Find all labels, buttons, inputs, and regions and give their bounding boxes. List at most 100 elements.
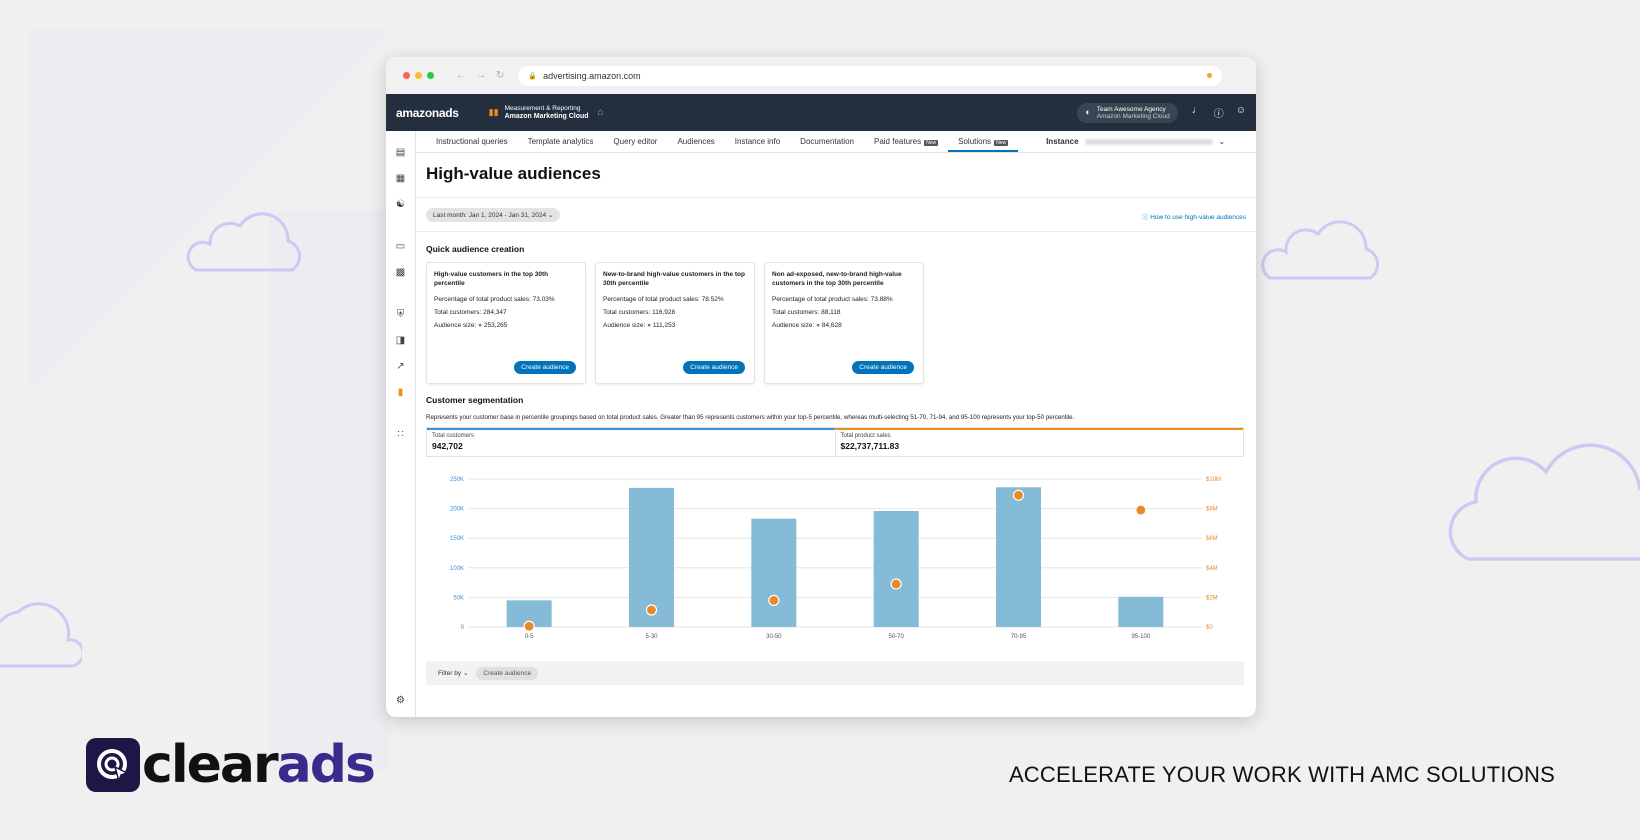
y-left-tick-label: 200K — [450, 507, 464, 513]
x-tick-label: 5-30 — [645, 634, 658, 640]
cloud-icon — [0, 602, 82, 668]
url-text: advertising.amazon.com — [543, 70, 641, 81]
x-tick-label: 70-95 — [1011, 634, 1027, 640]
tab-query-editor[interactable]: Query editor — [603, 137, 667, 152]
card-title: High-value customers in the top 30th per… — [434, 271, 549, 287]
tab-instance-info[interactable]: Instance info — [725, 137, 790, 152]
card-icon[interactable]: ▭ — [396, 233, 405, 259]
chart-bar — [873, 510, 919, 627]
cloud-icon — [186, 212, 302, 272]
gallery-icon[interactable]: ◨ — [396, 327, 405, 353]
x-tick-label: 30-50 — [766, 634, 782, 640]
total-customers: 284,347 — [483, 309, 507, 316]
globe-icon: ◐ — [1085, 107, 1091, 117]
chart-point — [890, 578, 902, 590]
account-product: Amazon Marketing Cloud — [1096, 112, 1170, 120]
y-right-tick-label: $4M — [1206, 566, 1218, 572]
metric-total-customers[interactable]: Total customers 942,702 — [427, 428, 835, 456]
y-left-tick-label: 250K — [450, 477, 464, 483]
tab-audiences[interactable]: Audiences — [667, 137, 724, 152]
audience-size: 253,265 — [483, 322, 508, 329]
audience-size: 84,628 — [821, 322, 842, 329]
trend-icon[interactable]: ↗ — [396, 353, 404, 379]
logo-text-clear: clear — [142, 735, 279, 795]
briefcase-icon[interactable]: ▤ — [396, 139, 405, 165]
close-window-button[interactable] — [403, 72, 410, 79]
tab-bar: Instructional queries Template analytics… — [416, 131, 1256, 153]
create-audience-button[interactable]: Create audience — [514, 361, 576, 374]
amazonads-logo[interactable]: amazonads — [396, 106, 459, 120]
tab-solutions[interactable]: Solutions New — [948, 137, 1019, 152]
summary-metrics: Total customers 942,702 Total product sa… — [426, 427, 1244, 457]
create-audience-chip[interactable]: Create audience — [476, 666, 539, 680]
x-tick-label: 0-5 — [525, 634, 534, 640]
date-range-dropdown[interactable]: Last month: Jan 1, 2024 - Jan 31, 2024 ⌄ — [426, 208, 561, 222]
apps-grid-icon[interactable]: ∷ — [397, 421, 403, 447]
reload-icon[interactable]: ↻ — [496, 70, 504, 81]
card-title: Non ad-exposed, new-to-brand high-value … — [772, 271, 902, 287]
info-icon: ⓘ — [1141, 214, 1149, 221]
tab-documentation[interactable]: Documentation — [790, 137, 864, 152]
account-name: Team Awesome Agency — [1096, 105, 1166, 113]
tab-instructional-queries[interactable]: Instructional queries — [426, 137, 518, 152]
instance-selector[interactable]: Instance ⌄ — [1046, 137, 1225, 152]
address-bar[interactable]: 🔒 advertising.amazon.com — [518, 65, 1223, 86]
instance-label: Instance — [1046, 137, 1079, 146]
minimize-window-button[interactable] — [415, 72, 422, 79]
analytics-icon[interactable]: ▮ — [398, 379, 404, 405]
chart-point — [645, 604, 658, 616]
browser-window: ← → ↻ 🔒 advertising.amazon.com amazonads… — [386, 57, 1256, 717]
background-shape — [270, 210, 390, 770]
user-profile-icon[interactable]: ☺ — [1236, 105, 1246, 120]
logo-text-ads: ads — [276, 735, 376, 795]
chart-bar — [1118, 596, 1164, 627]
y-right-tick-label: $0 — [1206, 625, 1213, 631]
audience-size: 111,253 — [652, 322, 676, 329]
filter-dropdown[interactable]: Filter by ⌄ — [438, 669, 468, 677]
create-audience-button[interactable]: Create audience — [852, 361, 914, 374]
back-arrow-icon[interactable]: ← — [456, 70, 466, 81]
maximize-window-button[interactable] — [427, 72, 434, 79]
sales-percentage: 73.03% — [532, 296, 555, 303]
left-sidebar: ▤ ▦ ☯ ▭ ▩ ⛨ ◨ ↗ ▮ ∷ ⚙ — [386, 131, 416, 717]
sales-percentage: 78.52% — [701, 296, 724, 303]
page-title: High-value audiences — [426, 164, 601, 183]
segmentation-description: Represents your customer base in percent… — [426, 414, 1075, 421]
tab-template-analytics[interactable]: Template analytics — [518, 137, 604, 152]
cloud-icon — [1448, 443, 1640, 561]
grid-icon[interactable]: ▦ — [396, 165, 405, 191]
account-switcher[interactable]: ◐ Team Awesome Agency Amazon Marketing C… — [1077, 102, 1178, 123]
globe-icon: ● — [478, 322, 483, 329]
metric-total-sales[interactable]: Total product sales $22,737,711.83 — [834, 428, 1243, 456]
people-icon[interactable]: ☯ — [396, 191, 405, 217]
home-icon[interactable]: ⌂ — [598, 107, 604, 118]
total-customers: 88,118 — [821, 309, 841, 316]
bell-icon[interactable]: ♩ — [1192, 105, 1202, 120]
product-category: Measurement & Reporting — [504, 104, 581, 112]
help-icon[interactable]: ⓘ — [1214, 105, 1224, 120]
x-tick-label: 95-100 — [1131, 634, 1150, 640]
product-name: Amazon Marketing Cloud — [504, 112, 589, 120]
filter-bar: Filter by ⌄ Create audience — [426, 661, 1244, 685]
instance-value-redacted — [1084, 138, 1213, 145]
create-audience-button[interactable]: Create audience — [683, 361, 745, 374]
total-customers: 116,928 — [652, 309, 676, 316]
help-link[interactable]: ⓘ How to use high-value audiences — [1142, 211, 1246, 221]
sales-percentage: 73.88% — [870, 296, 893, 303]
media-icon[interactable]: ▩ — [396, 259, 405, 285]
recording-indicator — [1207, 73, 1213, 78]
settings-gear-icon[interactable]: ⚙ — [396, 687, 405, 713]
analytics-bars-icon: ▮▮ — [488, 107, 499, 117]
card-title: New-to-brand high-value customers in the… — [603, 271, 745, 287]
product-switcher[interactable]: ▮▮ Measurement & Reporting Amazon Market… — [489, 105, 604, 121]
y-right-tick-label: $8M — [1206, 507, 1218, 513]
tab-paid-features[interactable]: Paid features New — [864, 137, 948, 152]
clearads-logo: clearads — [86, 735, 376, 795]
main-content: Instructional queries Template analytics… — [416, 131, 1256, 717]
forward-arrow-icon[interactable]: → — [476, 70, 486, 81]
shield-icon[interactable]: ⛨ — [397, 301, 405, 327]
globe-icon: ● — [816, 322, 821, 329]
chart-point — [1012, 489, 1025, 501]
y-left-tick-label: 150K — [450, 536, 464, 542]
y-right-tick-label: $6M — [1206, 536, 1218, 542]
